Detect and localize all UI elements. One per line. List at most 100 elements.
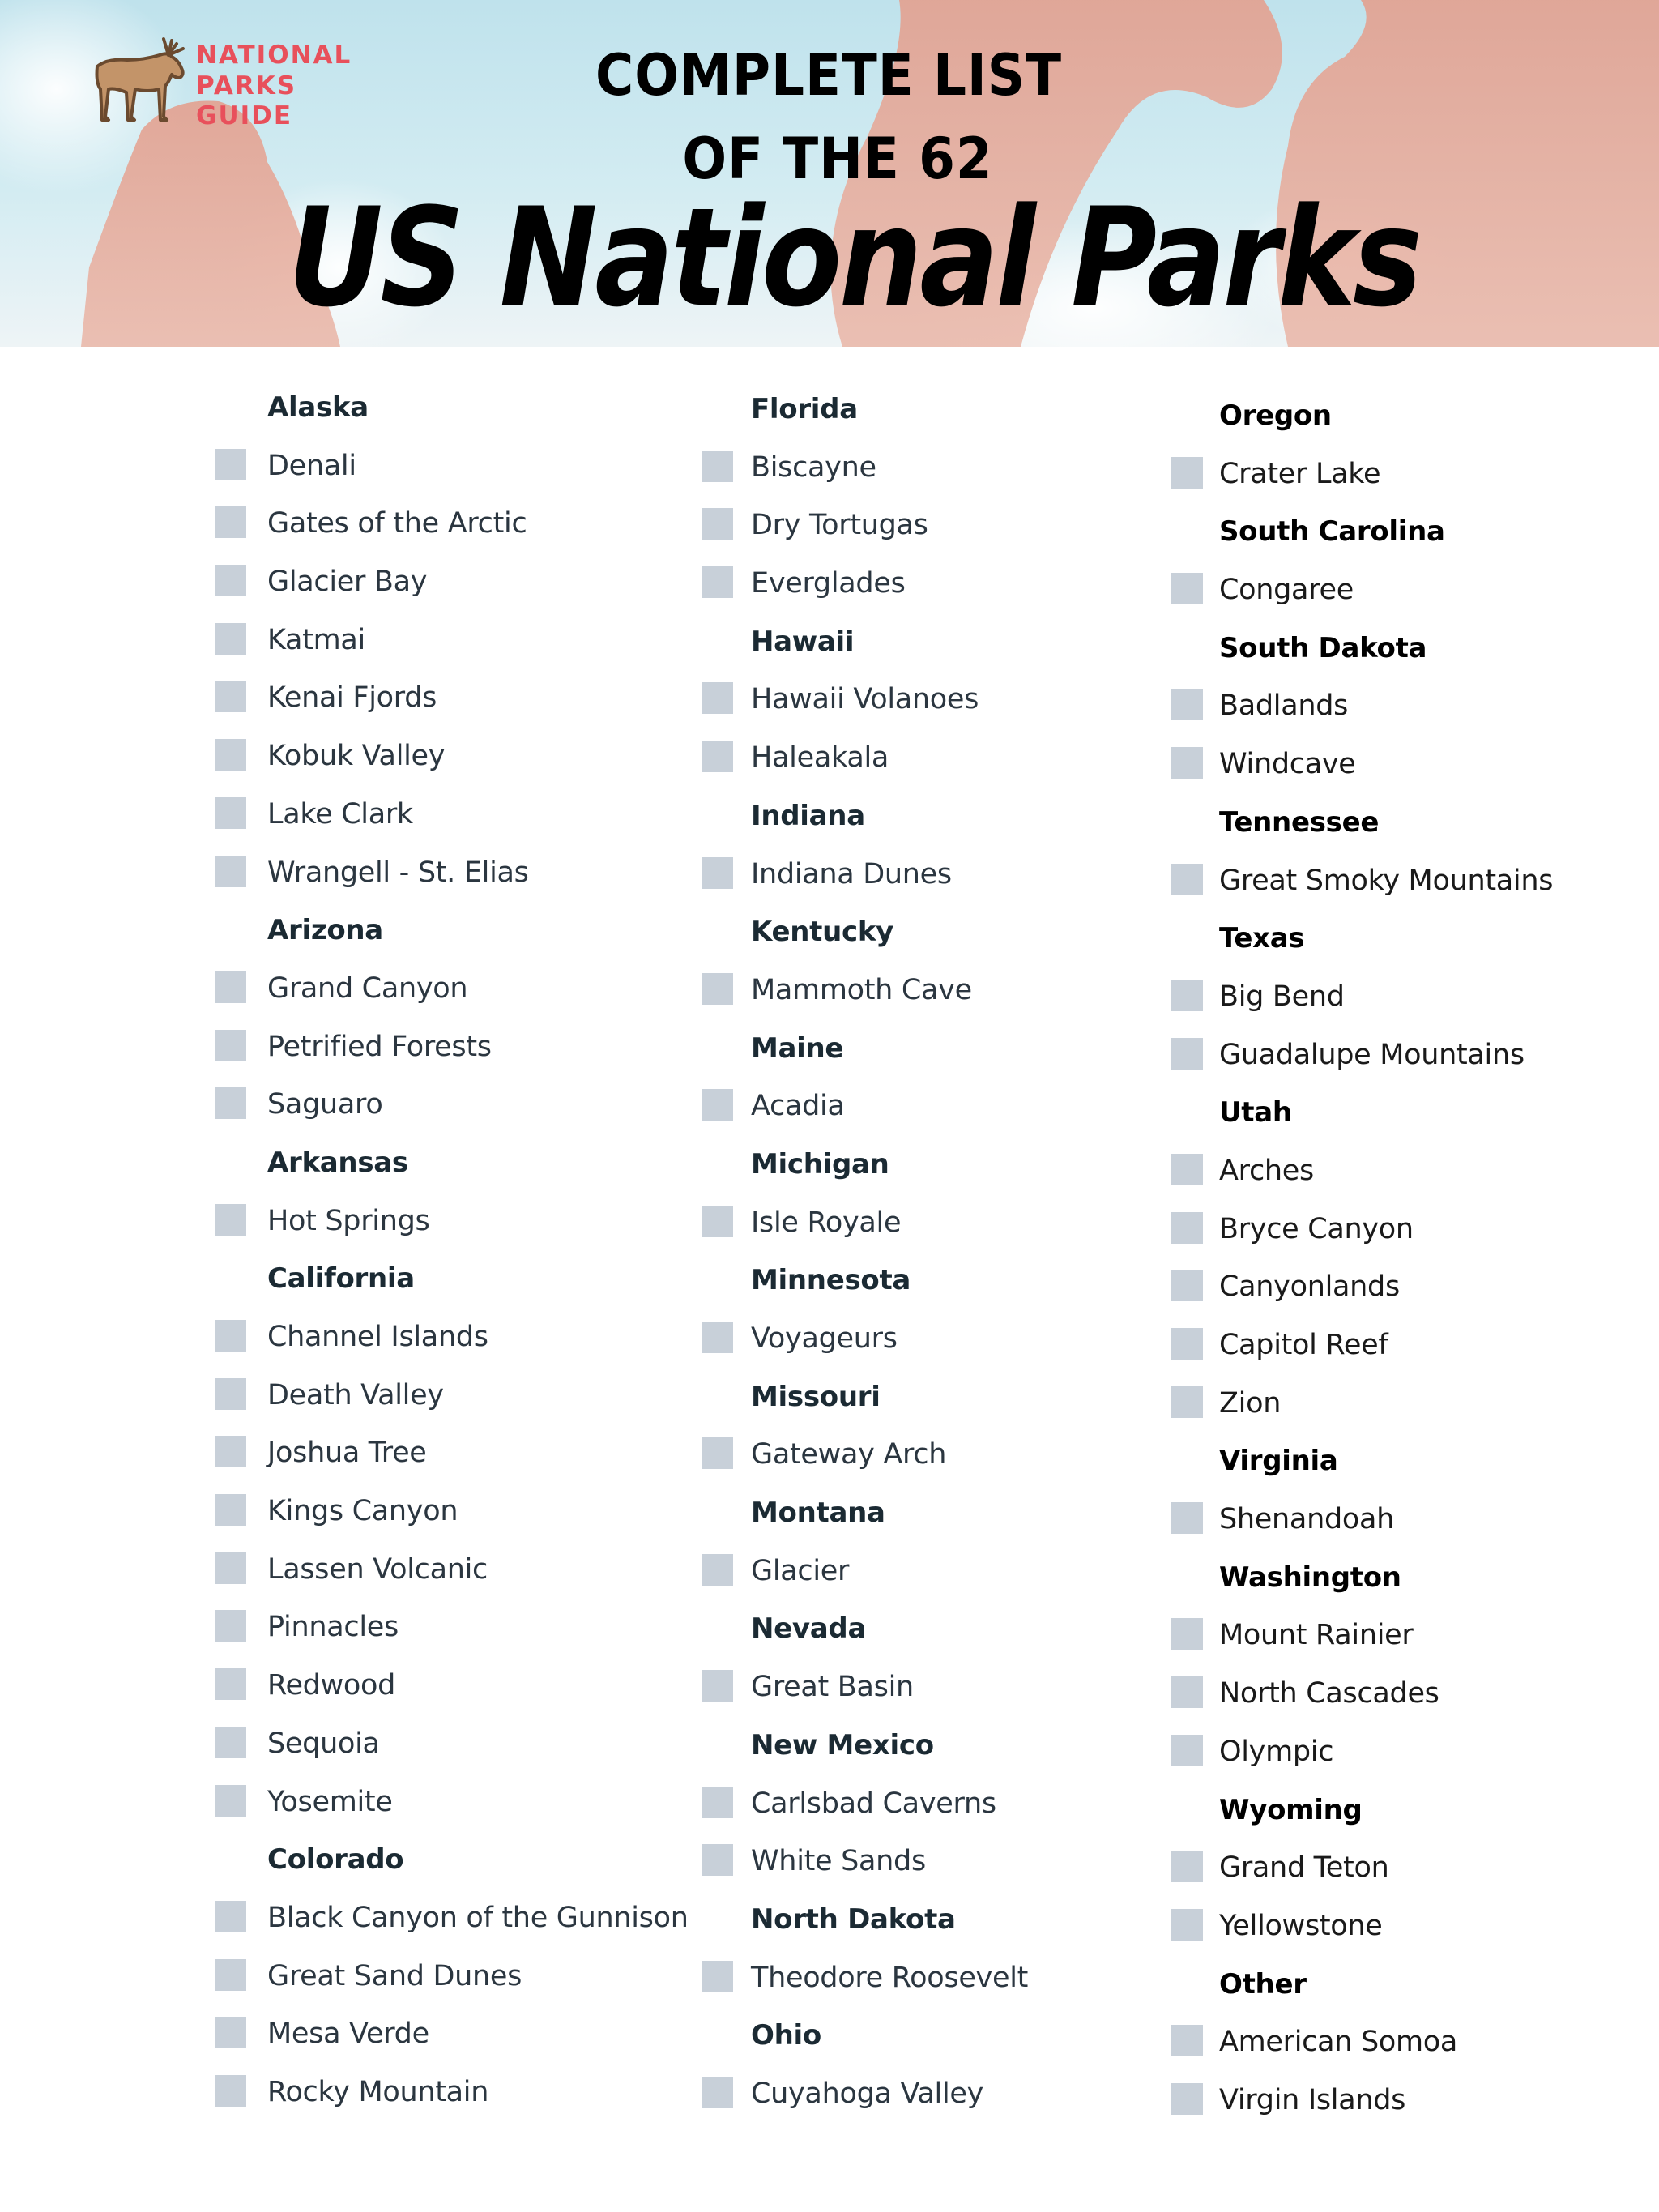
checkbox[interactable] [215, 1610, 246, 1642]
checkbox[interactable] [702, 1322, 733, 1353]
park-checklist-item[interactable]: Guadalupe Mountains [1171, 1035, 1625, 1093]
park-checklist-item[interactable]: Mount Rainier [1171, 1615, 1625, 1673]
checkbox[interactable] [215, 2017, 246, 2049]
park-checklist-item[interactable]: Hawaii Volanoes [702, 679, 1155, 737]
park-checklist-item[interactable]: Rocky Mountain [215, 2072, 668, 2130]
checkbox[interactable] [215, 796, 246, 829]
checkbox[interactable] [1171, 1153, 1203, 1185]
checkbox[interactable] [215, 1784, 246, 1817]
checkbox[interactable] [215, 1726, 246, 1758]
park-checklist-item[interactable]: Arches [1171, 1151, 1625, 1209]
park-checklist-item[interactable]: Dry Tortugas [702, 505, 1155, 563]
checkbox[interactable] [215, 855, 246, 887]
checkbox[interactable] [702, 1786, 733, 1818]
checkbox[interactable] [215, 739, 246, 771]
park-checklist-item[interactable]: Biscayne [702, 447, 1155, 506]
park-checklist-item[interactable]: White Sands [702, 1841, 1155, 1899]
park-checklist-item[interactable]: Yosemite [215, 1782, 668, 1840]
park-checklist-item[interactable]: Zion [1171, 1383, 1625, 1441]
park-checklist-item[interactable]: Carlsbad Caverns [702, 1783, 1155, 1842]
checkbox[interactable] [702, 1960, 733, 1992]
checkbox[interactable] [702, 741, 733, 773]
checkbox[interactable] [702, 566, 733, 599]
checkbox[interactable] [1171, 1851, 1203, 1883]
park-checklist-item[interactable]: Lassen Volcanic [215, 1549, 668, 1608]
park-checklist-item[interactable]: Mesa Verde [215, 2013, 668, 2072]
park-checklist-item[interactable]: Olympic [1171, 1732, 1625, 1790]
checkbox[interactable] [1171, 1734, 1203, 1766]
park-checklist-item[interactable]: Great Basin [702, 1667, 1155, 1725]
checkbox[interactable] [215, 1436, 246, 1468]
checkbox[interactable] [1171, 1502, 1203, 1535]
checkbox[interactable] [215, 1552, 246, 1584]
checkbox[interactable] [1171, 1328, 1203, 1360]
park-checklist-item[interactable]: Black Canyon of the Gunnison [215, 1898, 689, 1956]
checkbox[interactable] [215, 1087, 246, 1120]
park-checklist-item[interactable]: Yellowstone [1171, 1906, 1625, 1964]
park-checklist-item[interactable]: Grand Canyon [215, 968, 668, 1027]
park-checklist-item[interactable]: Crater Lake [1171, 454, 1625, 512]
checkbox[interactable] [1171, 1270, 1203, 1302]
park-checklist-item[interactable]: Joshua Tree [215, 1433, 668, 1491]
park-checklist-item[interactable]: American Somoa [1171, 2022, 1625, 2080]
checkbox[interactable] [1171, 1676, 1203, 1709]
checkbox[interactable] [215, 2074, 246, 2107]
park-checklist-item[interactable]: Gates of the Arctic [215, 503, 668, 562]
park-checklist-item[interactable]: Channel Islands [215, 1317, 668, 1375]
park-checklist-item[interactable]: Hot Springs [215, 1201, 668, 1259]
checkbox[interactable] [702, 1844, 733, 1877]
park-checklist-item[interactable]: Capitol Reef [1171, 1325, 1625, 1383]
checkbox[interactable] [1171, 1618, 1203, 1650]
checkbox[interactable] [215, 1320, 246, 1352]
checkbox[interactable] [1171, 863, 1203, 895]
park-checklist-item[interactable]: Lake Clark [215, 794, 668, 852]
park-checklist-item[interactable]: Bryce Canyon [1171, 1209, 1625, 1267]
checkbox[interactable] [702, 856, 733, 889]
checkbox[interactable] [702, 2076, 733, 2108]
checkbox[interactable] [215, 622, 246, 655]
park-checklist-item[interactable]: Pinnacles [215, 1607, 668, 1665]
park-checklist-item[interactable]: Theodore Roosevelt [702, 1958, 1155, 2016]
checkbox[interactable] [1171, 456, 1203, 489]
park-checklist-item[interactable]: Katmai [215, 620, 668, 678]
park-checklist-item[interactable]: Great Smoky Mountains [1171, 860, 1625, 919]
park-checklist-item[interactable]: North Cascades [1171, 1673, 1625, 1732]
park-checklist-item[interactable]: Kobuk Valley [215, 736, 668, 794]
checkbox[interactable] [1171, 1386, 1203, 1418]
checkbox[interactable] [215, 506, 246, 539]
park-checklist-item[interactable]: Saguaro [215, 1084, 668, 1142]
park-checklist-item[interactable]: Glacier Bay [215, 562, 668, 620]
checkbox[interactable] [215, 565, 246, 597]
park-checklist-item[interactable]: Acadia [702, 1086, 1155, 1144]
park-checklist-item[interactable]: Death Valley [215, 1375, 668, 1433]
park-checklist-item[interactable]: Virgin Islands [1171, 2080, 1625, 2138]
park-checklist-item[interactable]: Petrified Forests [215, 1027, 668, 1085]
park-checklist-item[interactable]: Denali [215, 446, 668, 504]
checkbox[interactable] [702, 1205, 733, 1237]
checkbox[interactable] [702, 450, 733, 482]
park-checklist-item[interactable]: Glacier [702, 1551, 1155, 1609]
park-checklist-item[interactable]: Shenandoah [1171, 1499, 1625, 1557]
checkbox[interactable] [702, 972, 733, 1005]
park-checklist-item[interactable]: Big Bend [1171, 976, 1625, 1035]
checkbox[interactable] [1171, 2082, 1203, 2115]
checkbox[interactable] [215, 1900, 246, 1932]
park-checklist-item[interactable]: Canyonlands [1171, 1266, 1625, 1325]
checkbox[interactable] [215, 1668, 246, 1701]
park-checklist-item[interactable]: Great Sand Dunes [215, 1956, 668, 2014]
checkbox[interactable] [215, 1203, 246, 1236]
checkbox[interactable] [702, 1089, 733, 1121]
park-checklist-item[interactable]: Redwood [215, 1665, 668, 1723]
park-checklist-item[interactable]: Kenai Fjords [215, 677, 668, 736]
checkbox[interactable] [215, 1377, 246, 1410]
park-checklist-item[interactable]: Gateway Arch [702, 1434, 1155, 1492]
checkbox[interactable] [1171, 979, 1203, 1011]
park-checklist-item[interactable]: Haleakala [702, 737, 1155, 796]
checkbox[interactable] [702, 1553, 733, 1586]
checkbox[interactable] [215, 971, 246, 1003]
park-checklist-item[interactable]: Indiana Dunes [702, 854, 1155, 912]
park-checklist-item[interactable]: Mammoth Cave [702, 970, 1155, 1028]
checkbox[interactable] [702, 1437, 733, 1470]
checkbox[interactable] [702, 1670, 733, 1702]
checkbox[interactable] [702, 682, 733, 715]
